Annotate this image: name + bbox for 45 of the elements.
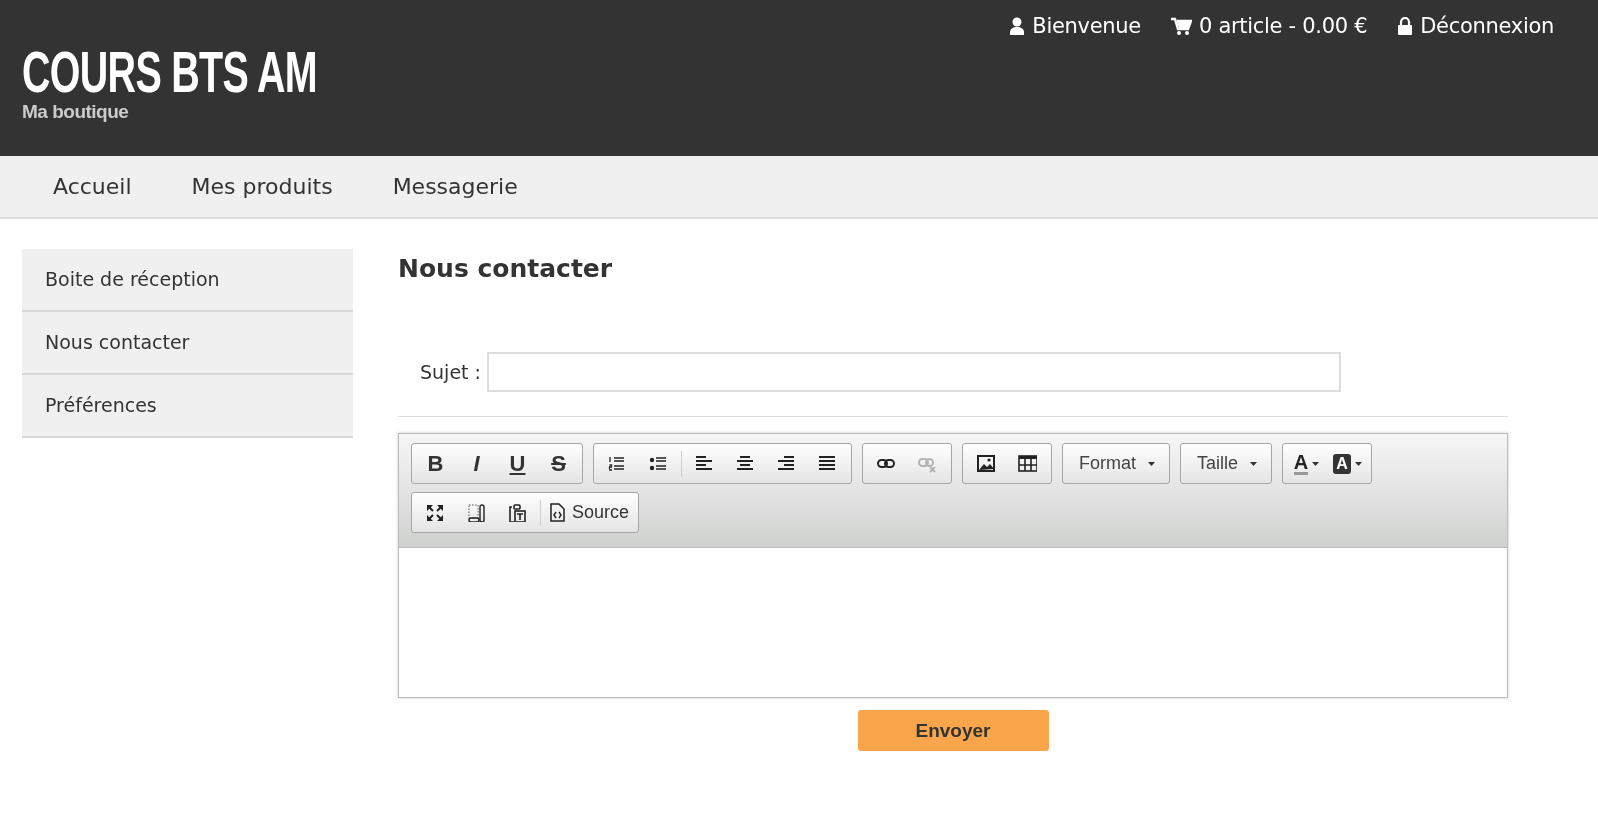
image-icon	[977, 454, 996, 473]
paste-text-icon	[508, 503, 527, 522]
sidebar-item[interactable]: Préférences	[22, 375, 353, 438]
cart-icon	[1171, 16, 1192, 36]
show-blocks-icon	[467, 503, 486, 522]
dropdown[interactable]: Format	[1066, 446, 1166, 481]
nav-link[interactable]: Messagerie	[369, 174, 541, 199]
nav-link[interactable]: Mes produits	[168, 174, 356, 199]
bullet-list-icon	[649, 454, 668, 473]
align-center-icon	[736, 454, 755, 473]
header-link[interactable]: 0 article - 0.00 €	[1171, 14, 1368, 38]
dropdown-label: Taille	[1197, 453, 1239, 474]
justify-icon	[818, 454, 837, 473]
user-icon	[1009, 16, 1026, 36]
align-right-icon	[777, 454, 796, 473]
numbered-list-icon	[608, 454, 627, 473]
send-button[interactable]: Envoyer	[857, 710, 1049, 751]
source-button[interactable]: Source	[543, 495, 636, 530]
align-left-icon	[695, 454, 714, 473]
subject-field[interactable]	[486, 352, 1341, 392]
maximize-icon	[426, 503, 445, 522]
sidebar-item[interactable]: Nous contacter	[22, 312, 353, 375]
italic-button[interactable]: I	[456, 446, 497, 481]
dropdown[interactable]: Taille	[1184, 446, 1269, 481]
source-icon	[549, 503, 566, 522]
subject-label: Sujet :	[420, 361, 481, 383]
site-subtitle: Ma boutique	[22, 102, 130, 122]
sidebar-item[interactable]: Boite de réception	[22, 249, 353, 312]
bold-button[interactable]: B	[415, 446, 456, 481]
nav-link[interactable]: Accueil	[30, 174, 155, 199]
caret-icon	[1148, 461, 1155, 466]
background-color-button[interactable]: A	[1327, 446, 1369, 481]
strike-button[interactable]: S	[538, 446, 579, 481]
lock-icon	[1397, 16, 1414, 36]
caret-icon	[1250, 461, 1258, 466]
header-link[interactable]: Bienvenue	[1009, 14, 1141, 38]
text-color-button[interactable]: A	[1286, 446, 1328, 481]
table-icon	[1018, 454, 1037, 473]
underline-button[interactable]: U	[497, 446, 538, 481]
site-title: COURS BTS AM	[22, 42, 317, 102]
dropdown-label: Format	[1079, 453, 1136, 474]
page-title: Nous contacter	[398, 254, 614, 283]
header-link[interactable]: Déconnexion	[1397, 14, 1554, 38]
caret-icon	[1312, 461, 1320, 466]
caret-icon	[1354, 461, 1362, 466]
